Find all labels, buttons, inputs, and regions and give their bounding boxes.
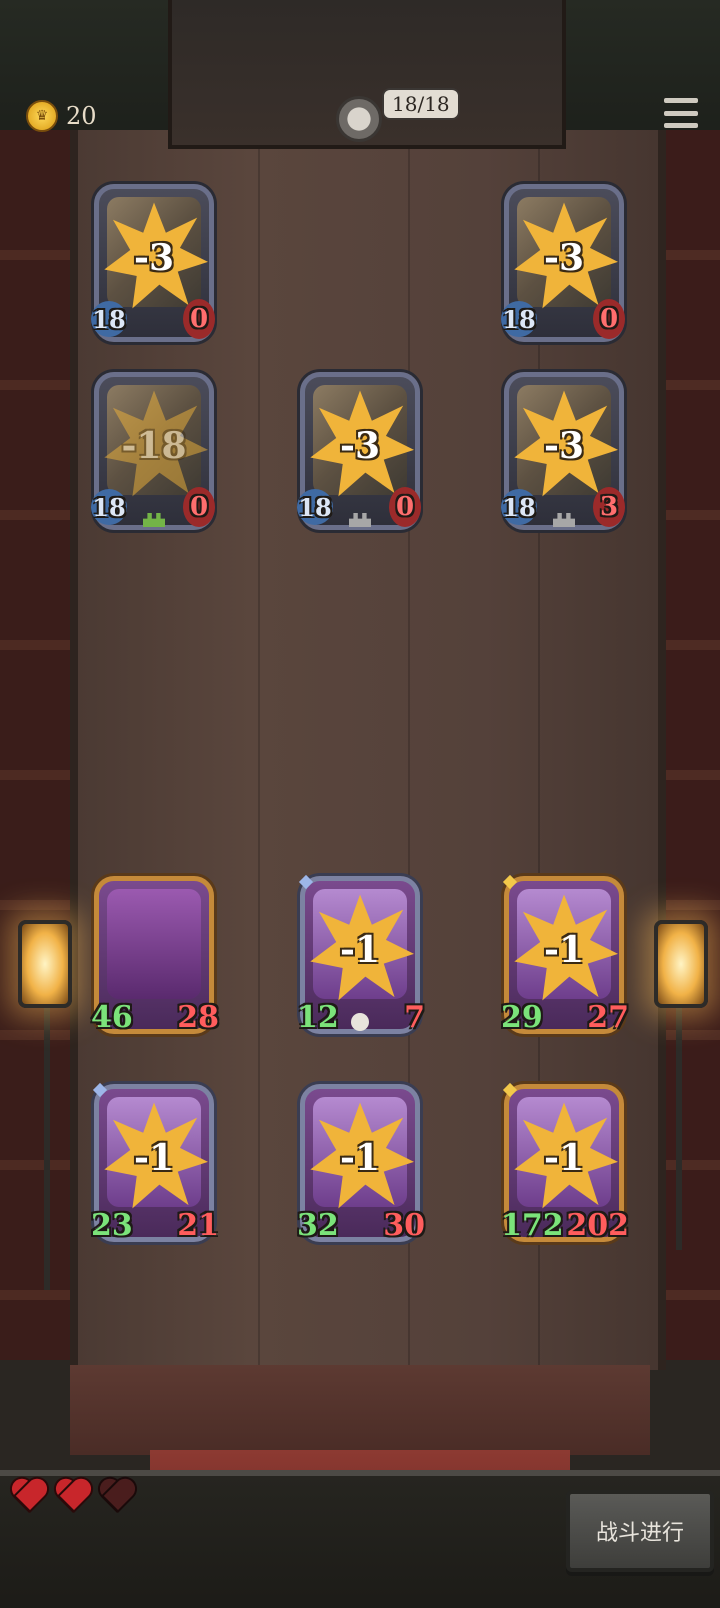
enemy-card[interactable]: -3 18 0 xyxy=(297,372,421,530)
health-value: 3 xyxy=(593,487,625,527)
enemy-card[interactable]: -3 18 3 xyxy=(501,372,625,530)
battle-button[interactable]: 战斗进行 xyxy=(566,1490,714,1572)
ally-card[interactable]: -1 12 7 xyxy=(297,874,425,1035)
damage-value: -3 xyxy=(544,424,584,467)
health-value: 28 xyxy=(177,1000,219,1035)
enemy-card[interactable]: -3 18 0 xyxy=(501,184,625,342)
attack-value: 29 xyxy=(501,1000,543,1035)
gold-value: 20 xyxy=(66,102,97,130)
ally-card[interactable]: -1 23 21 xyxy=(91,1082,219,1243)
lantern-pole-left xyxy=(44,960,50,1290)
attack-value: 12 xyxy=(297,1000,339,1035)
ally-card[interactable]: -1 172 202 xyxy=(501,1082,629,1243)
tribe-icon xyxy=(349,513,371,527)
heart-icon xyxy=(98,1478,136,1512)
lives-indicator xyxy=(10,1478,136,1512)
attack-value: 172 xyxy=(501,1208,564,1243)
damage-value: -3 xyxy=(544,236,584,279)
gold-counter: ♛ 20 xyxy=(26,100,97,132)
heart-icon xyxy=(10,1478,48,1512)
board-floor xyxy=(70,1365,650,1455)
health-value: 0 xyxy=(183,299,215,339)
ally-card[interactable]: -1 32 30 xyxy=(297,1084,425,1243)
damage-value: -1 xyxy=(544,1136,584,1179)
ally-card[interactable]: -1 29 27 xyxy=(501,874,629,1035)
hamburger-menu-icon[interactable] xyxy=(664,98,698,128)
damage-value: -1 xyxy=(544,928,584,971)
damage-value: -1 xyxy=(340,1136,380,1179)
health-value: 7 xyxy=(404,1000,425,1035)
attack-value: 18 xyxy=(501,489,537,525)
lantern-left xyxy=(18,920,72,1008)
tribe-icon xyxy=(553,513,575,527)
left-bookshelf xyxy=(0,130,80,1360)
turn-counter: 18/18 xyxy=(382,88,460,120)
attack-value: 18 xyxy=(501,301,537,337)
attack-value: 18 xyxy=(91,301,127,337)
damage-value: -3 xyxy=(134,236,174,279)
health-value: 21 xyxy=(177,1208,219,1243)
attack-value: 46 xyxy=(91,1000,133,1035)
enemy-card[interactable]: -3 18 0 xyxy=(91,184,215,342)
skull-icon xyxy=(351,1013,369,1031)
attack-value: 18 xyxy=(297,489,333,525)
lantern-right xyxy=(654,920,708,1008)
heart-icon xyxy=(54,1478,92,1512)
health-value: 0 xyxy=(183,487,215,527)
health-value: 0 xyxy=(593,299,625,339)
damage-value: -18 xyxy=(121,424,187,467)
health-value: 27 xyxy=(587,1000,629,1035)
damage-value: -1 xyxy=(340,928,380,971)
attack-value: 18 xyxy=(91,489,127,525)
damage-value: -1 xyxy=(134,1136,174,1179)
game-screen: ♛ 20 18/18 -3 18 0 -3 18 0 -18 18 0 -3 1… xyxy=(0,0,720,1608)
enemy-card[interactable]: -18 18 0 xyxy=(91,372,215,530)
damage-value: -3 xyxy=(340,424,380,467)
crown-coin-icon: ♛ xyxy=(26,100,58,132)
player-avatar[interactable] xyxy=(336,96,382,142)
health-value: 30 xyxy=(383,1208,425,1243)
ally-card[interactable]: 46 28 xyxy=(91,876,219,1035)
attack-value: 23 xyxy=(91,1208,133,1243)
tribe-icon xyxy=(143,513,165,527)
health-value: 202 xyxy=(566,1208,629,1243)
attack-value: 32 xyxy=(297,1208,339,1243)
health-value: 0 xyxy=(389,487,421,527)
